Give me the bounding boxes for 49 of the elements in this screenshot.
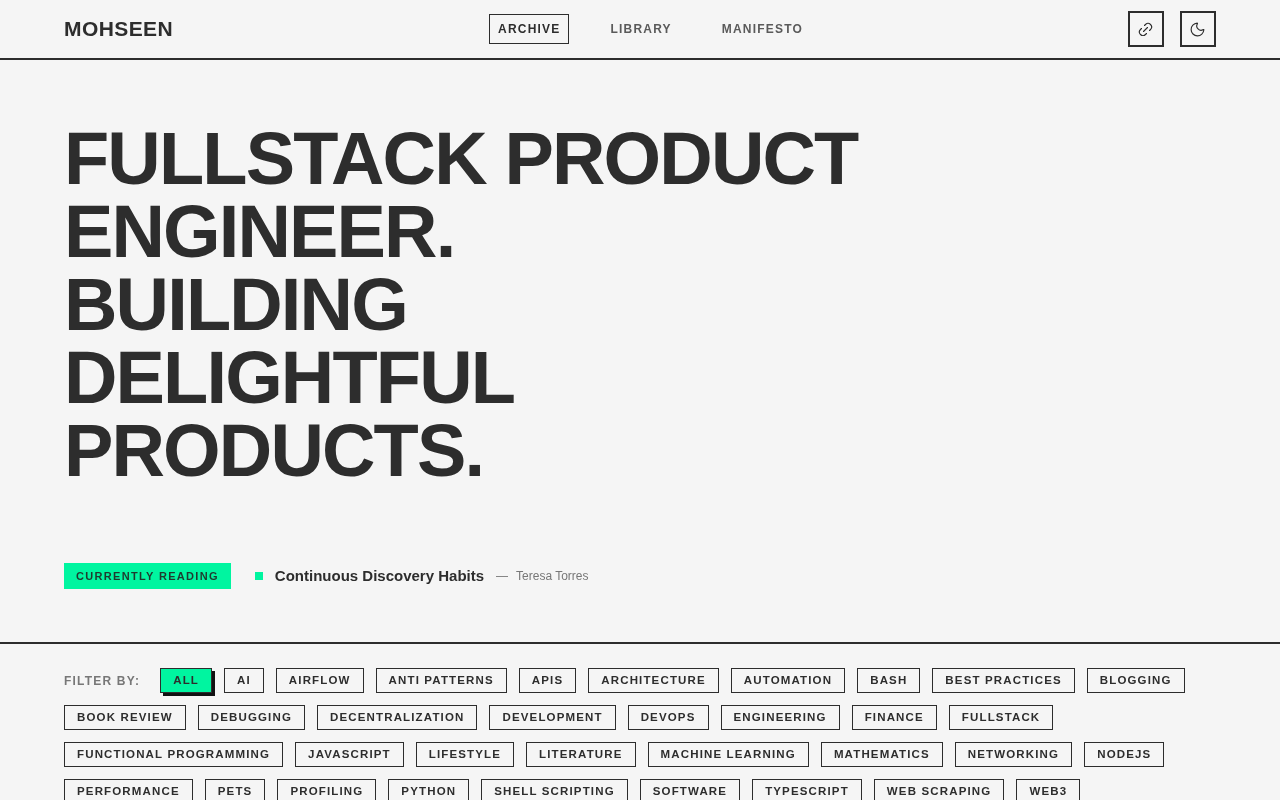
tag-filter[interactable]: DEVELOPMENT (489, 705, 616, 730)
tag-filter[interactable]: DEVOPS (627, 705, 709, 730)
tag-filter[interactable]: FULLSTACK (948, 705, 1054, 730)
tag-filter[interactable]: LITERATURE (526, 742, 636, 767)
tag-filter[interactable]: WEB SCRAPING (873, 779, 1005, 800)
tag-filter[interactable]: FINANCE (851, 705, 937, 730)
tag-filter[interactable]: ALL (160, 668, 213, 693)
nav-link[interactable]: ARCHIVE (489, 14, 570, 44)
square-bullet-icon (254, 572, 263, 580)
tag-filter[interactable]: NETWORKING (954, 742, 1073, 767)
tag-filter[interactable]: PROFILING (277, 779, 377, 800)
hero-headline: FULLSTACK PRODUCT ENGINEER. BUILDING DELIGHTFUL PRODUCTS. (64, 122, 859, 487)
nav-link[interactable]: LIBRARY (601, 14, 681, 44)
tag-filter[interactable]: FUNCTIONAL PROGRAMMING (64, 742, 284, 767)
tag-filter[interactable]: ANTI PATTERNS (375, 668, 507, 693)
tag-filter[interactable]: NODEJS (1084, 742, 1165, 767)
tag-filter[interactable]: APIS (518, 668, 577, 693)
tag-filter[interactable]: BLOGGING (1086, 668, 1185, 693)
tag-filter[interactable]: PYTHON (388, 779, 470, 800)
tag-filter[interactable]: DEBUGGING (197, 705, 305, 730)
link-button[interactable] (1128, 11, 1164, 47)
tag-filter[interactable]: AUTOMATION (730, 668, 846, 693)
tag-filter[interactable]: ENGINEERING (720, 705, 840, 730)
tag-filter[interactable]: JAVASCRIPT (295, 742, 404, 767)
theme-toggle-button[interactable] (1180, 11, 1216, 47)
tag-filter[interactable]: BEST PRACTICES (932, 668, 1075, 693)
tag-filter[interactable]: DECENTRALIZATION (317, 705, 478, 730)
tag-filter[interactable]: BASH (857, 668, 921, 693)
tag-filter[interactable]: WEB3 (1016, 779, 1081, 800)
tag-filter[interactable]: PERFORMANCE (64, 779, 193, 800)
currently-reading-badge: CURRENTLY READING (64, 563, 231, 589)
tag-filter[interactable]: MACHINE LEARNING (647, 742, 809, 767)
book-author: Teresa Torres (516, 568, 589, 585)
tag-filter[interactable]: ARCHITECTURE (588, 668, 719, 693)
moon-icon (1189, 20, 1207, 38)
tag-filter[interactable]: BOOK REVIEW (64, 705, 186, 730)
tag-filter[interactable]: AIRFLOW (275, 668, 364, 693)
tag-filter[interactable]: MATHEMATICS (820, 742, 943, 767)
book-title: Continuous Discovery Habits (274, 565, 485, 586)
dash-separator: — (496, 568, 509, 585)
site-logo[interactable]: MOHSEEN (64, 13, 174, 45)
tag-filter[interactable]: AI (224, 668, 264, 693)
tag-filter[interactable]: SHELL SCRIPTING (481, 779, 628, 800)
tag-filter[interactable]: PETS (204, 779, 266, 800)
tag-filter[interactable]: SOFTWARE (639, 779, 741, 800)
tag-filter[interactable]: TYPESCRIPT (752, 779, 862, 800)
nav-link[interactable]: MANIFESTO (712, 14, 813, 44)
tag-filter[interactable]: LIFESTYLE (415, 742, 515, 767)
filter-label: FILTER BY: (64, 672, 141, 690)
